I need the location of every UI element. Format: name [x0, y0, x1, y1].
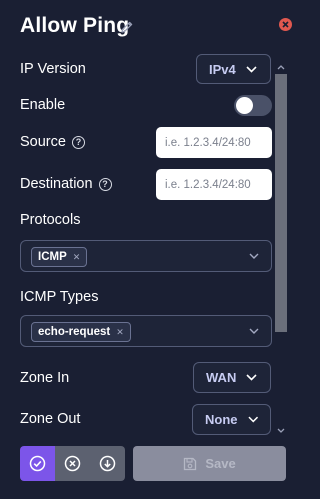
destination-label: Destination ? [20, 176, 112, 192]
source-label-text: Source [20, 134, 66, 150]
pencil-icon[interactable] [120, 20, 134, 34]
protocol-tag: ICMP ✕ [31, 247, 88, 267]
zone-out-label: Zone Out [20, 411, 81, 427]
close-icon[interactable] [279, 18, 292, 31]
footer-actions: Save [20, 446, 286, 481]
ip-version-select[interactable]: IPv4 [196, 54, 271, 84]
clear-button[interactable] [55, 446, 90, 481]
ip-version-label: IP Version [20, 61, 86, 77]
enable-label: Enable [20, 97, 66, 113]
protocol-tag-label: ICMP [38, 251, 67, 263]
zone-in-select[interactable]: WAN [193, 362, 271, 393]
floppy-disk-icon [184, 457, 197, 470]
scroll-thumb[interactable] [275, 74, 287, 332]
scroll-up-icon[interactable] [277, 64, 285, 70]
remove-tag-icon[interactable]: ✕ [73, 252, 81, 263]
destination-label-text: Destination [20, 176, 93, 192]
chevron-down-icon [249, 253, 259, 259]
zone-in-label: Zone In [20, 370, 70, 386]
save-label: Save [205, 456, 236, 471]
icmp-type-tag: echo-request ✕ [31, 322, 131, 342]
ip-version-value: IPv4 [209, 61, 236, 77]
page-title: Allow Ping [20, 14, 130, 37]
scrollbar[interactable] [275, 65, 287, 433]
confirm-button[interactable] [20, 446, 55, 481]
help-icon[interactable]: ? [98, 177, 112, 191]
chevron-down-icon [246, 65, 257, 73]
download-button[interactable] [90, 446, 125, 481]
source-input[interactable] [156, 127, 272, 158]
dialog-header: Allow Ping [20, 12, 292, 42]
chevron-down-icon [247, 416, 258, 423]
check-circle-icon [29, 455, 46, 472]
remove-tag-icon[interactable]: ✕ [116, 327, 124, 338]
zone-in-value: WAN [206, 370, 237, 385]
toggle-knob [236, 97, 253, 114]
zone-out-value: None [205, 412, 238, 427]
arrow-down-circle-icon [99, 455, 116, 472]
icmp-types-select[interactable]: echo-request ✕ [20, 315, 272, 347]
destination-input[interactable] [156, 169, 272, 200]
source-label: Source ? [20, 134, 85, 150]
scroll-down-icon[interactable] [277, 428, 285, 434]
x-circle-icon [64, 455, 81, 472]
icmp-type-tag-label: echo-request [38, 326, 111, 338]
save-button[interactable]: Save [133, 446, 286, 481]
help-icon[interactable]: ? [71, 135, 85, 149]
protocols-label: Protocols [20, 212, 81, 228]
chevron-down-icon [246, 374, 257, 381]
enable-toggle[interactable] [234, 95, 272, 116]
icmp-types-label: ICMP Types [20, 289, 99, 305]
chevron-down-icon [249, 328, 259, 334]
zone-out-select[interactable]: None [192, 404, 271, 435]
protocols-select[interactable]: ICMP ✕ [20, 240, 272, 272]
